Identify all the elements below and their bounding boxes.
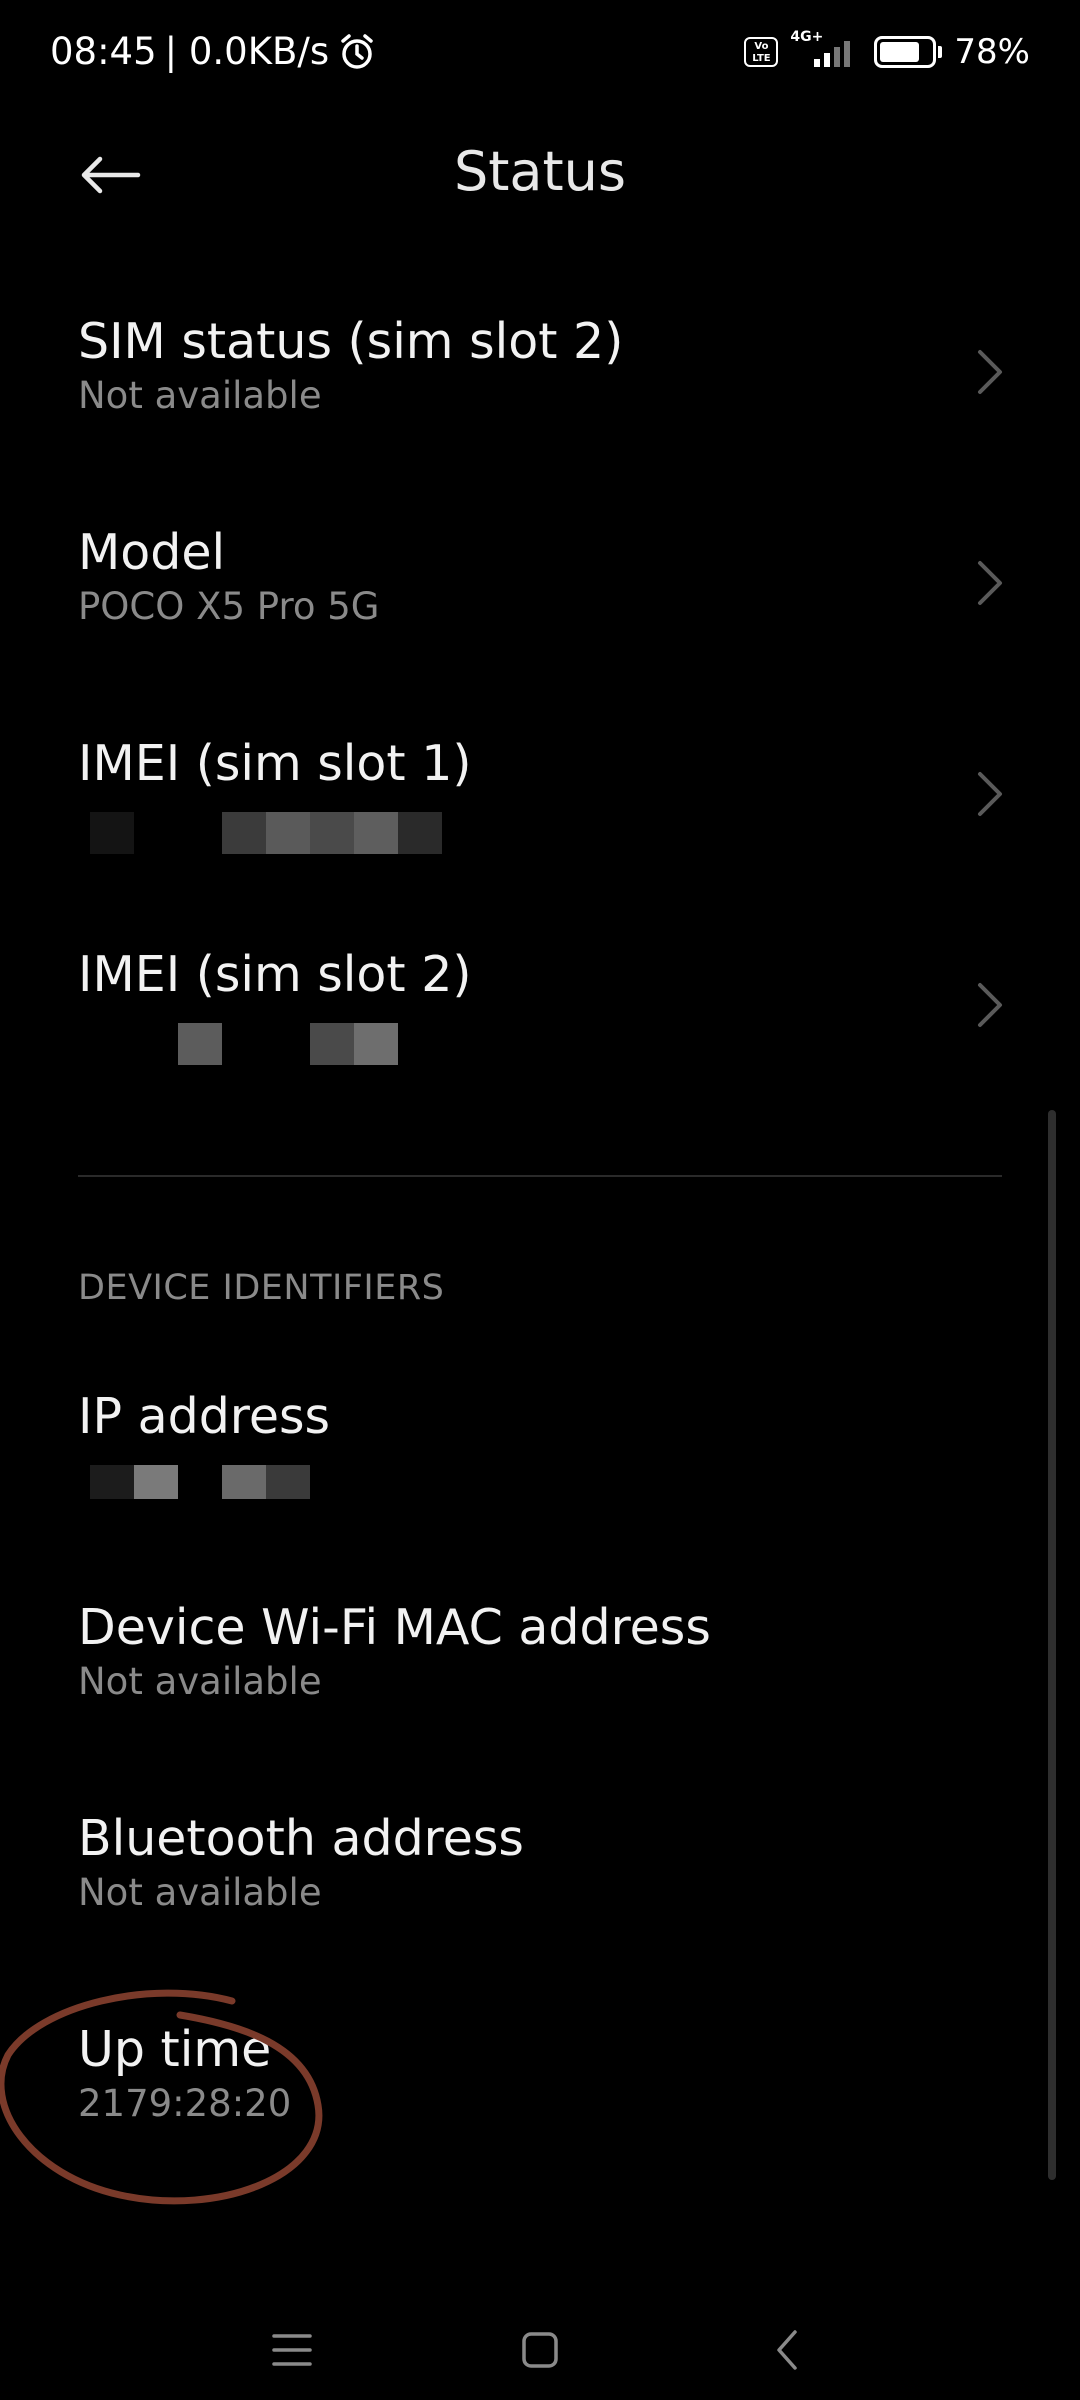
item-value: Not available: [78, 374, 322, 417]
item-value: POCO X5 Pro 5G: [78, 585, 380, 628]
item-label: IMEI (sim slot 2): [78, 946, 472, 1003]
list-item-wifi-mac[interactable]: Device Wi-Fi MAC address Not available: [0, 1546, 1080, 1757]
item-label: Bluetooth address: [78, 1810, 524, 1867]
item-label: IP address: [78, 1388, 331, 1445]
list-item-imei-2[interactable]: IMEI (sim slot 2): [0, 893, 1080, 1104]
redacted-value: [90, 812, 1080, 854]
status-bar: 08:45 | 0.0KB/s Vo LTE 4G+ 78%: [0, 0, 1080, 110]
identifiers-list: IP address Device Wi-Fi MAC address Not …: [0, 1335, 1080, 2179]
home-icon: [522, 2332, 558, 2368]
navigation-bar: [0, 2290, 1080, 2400]
status-right: Vo LTE 4G+ 78%: [744, 29, 1030, 72]
battery-icon: [874, 36, 943, 68]
app-header: Status: [0, 110, 1080, 240]
page-title: Status: [453, 140, 627, 203]
signal-icon: 4G+: [790, 29, 862, 67]
list-item-up-time[interactable]: Up time 2179:28:20: [0, 1968, 1080, 2179]
network-speed: | 0.0KB/s: [164, 30, 330, 73]
chevron-right-icon: [978, 350, 1002, 394]
volte-icon: Vo LTE: [744, 37, 779, 67]
list-item-sim-status[interactable]: SIM status (sim slot 2) Not available: [0, 260, 1080, 471]
menu-icon: [272, 2334, 312, 2366]
redacted-value: [90, 1465, 1080, 1499]
item-label: IMEI (sim slot 1): [78, 735, 472, 792]
section-header: DEVICE IDENTIFIERS: [78, 1268, 445, 1308]
list-item-ip-address[interactable]: IP address: [0, 1335, 1080, 1546]
home-button[interactable]: [500, 2310, 580, 2390]
network-type: 4G+: [790, 29, 824, 45]
chevron-right-icon: [978, 561, 1002, 605]
item-label: Up time: [78, 2021, 272, 2078]
back-nav-button[interactable]: [748, 2310, 828, 2390]
divider: [78, 1175, 1002, 1177]
back-icon: [777, 2330, 797, 2370]
chevron-right-icon: [978, 772, 1002, 816]
status-left: 08:45 | 0.0KB/s: [50, 30, 377, 73]
battery-percent: 78%: [954, 32, 1030, 72]
chevron-right-icon: [978, 983, 1002, 1027]
item-label: Model: [78, 524, 226, 581]
list-item-imei-1[interactable]: IMEI (sim slot 1): [0, 682, 1080, 893]
redacted-value: [90, 1023, 1080, 1065]
item-label: SIM status (sim slot 2): [78, 313, 624, 370]
menu-button[interactable]: [252, 2310, 332, 2390]
item-value: Not available: [78, 1871, 322, 1914]
status-list: SIM status (sim slot 2) Not available Mo…: [0, 260, 1080, 1104]
list-item-model[interactable]: Model POCO X5 Pro 5G: [0, 471, 1080, 682]
scrollbar[interactable]: [1048, 1110, 1056, 2180]
clock: 08:45: [50, 30, 157, 73]
list-item-bluetooth-address[interactable]: Bluetooth address Not available: [0, 1757, 1080, 1968]
item-value: 2179:28:20: [78, 2082, 292, 2125]
item-value: Not available: [78, 1660, 322, 1703]
item-label: Device Wi-Fi MAC address: [78, 1599, 711, 1656]
alarm-icon: [341, 33, 373, 69]
